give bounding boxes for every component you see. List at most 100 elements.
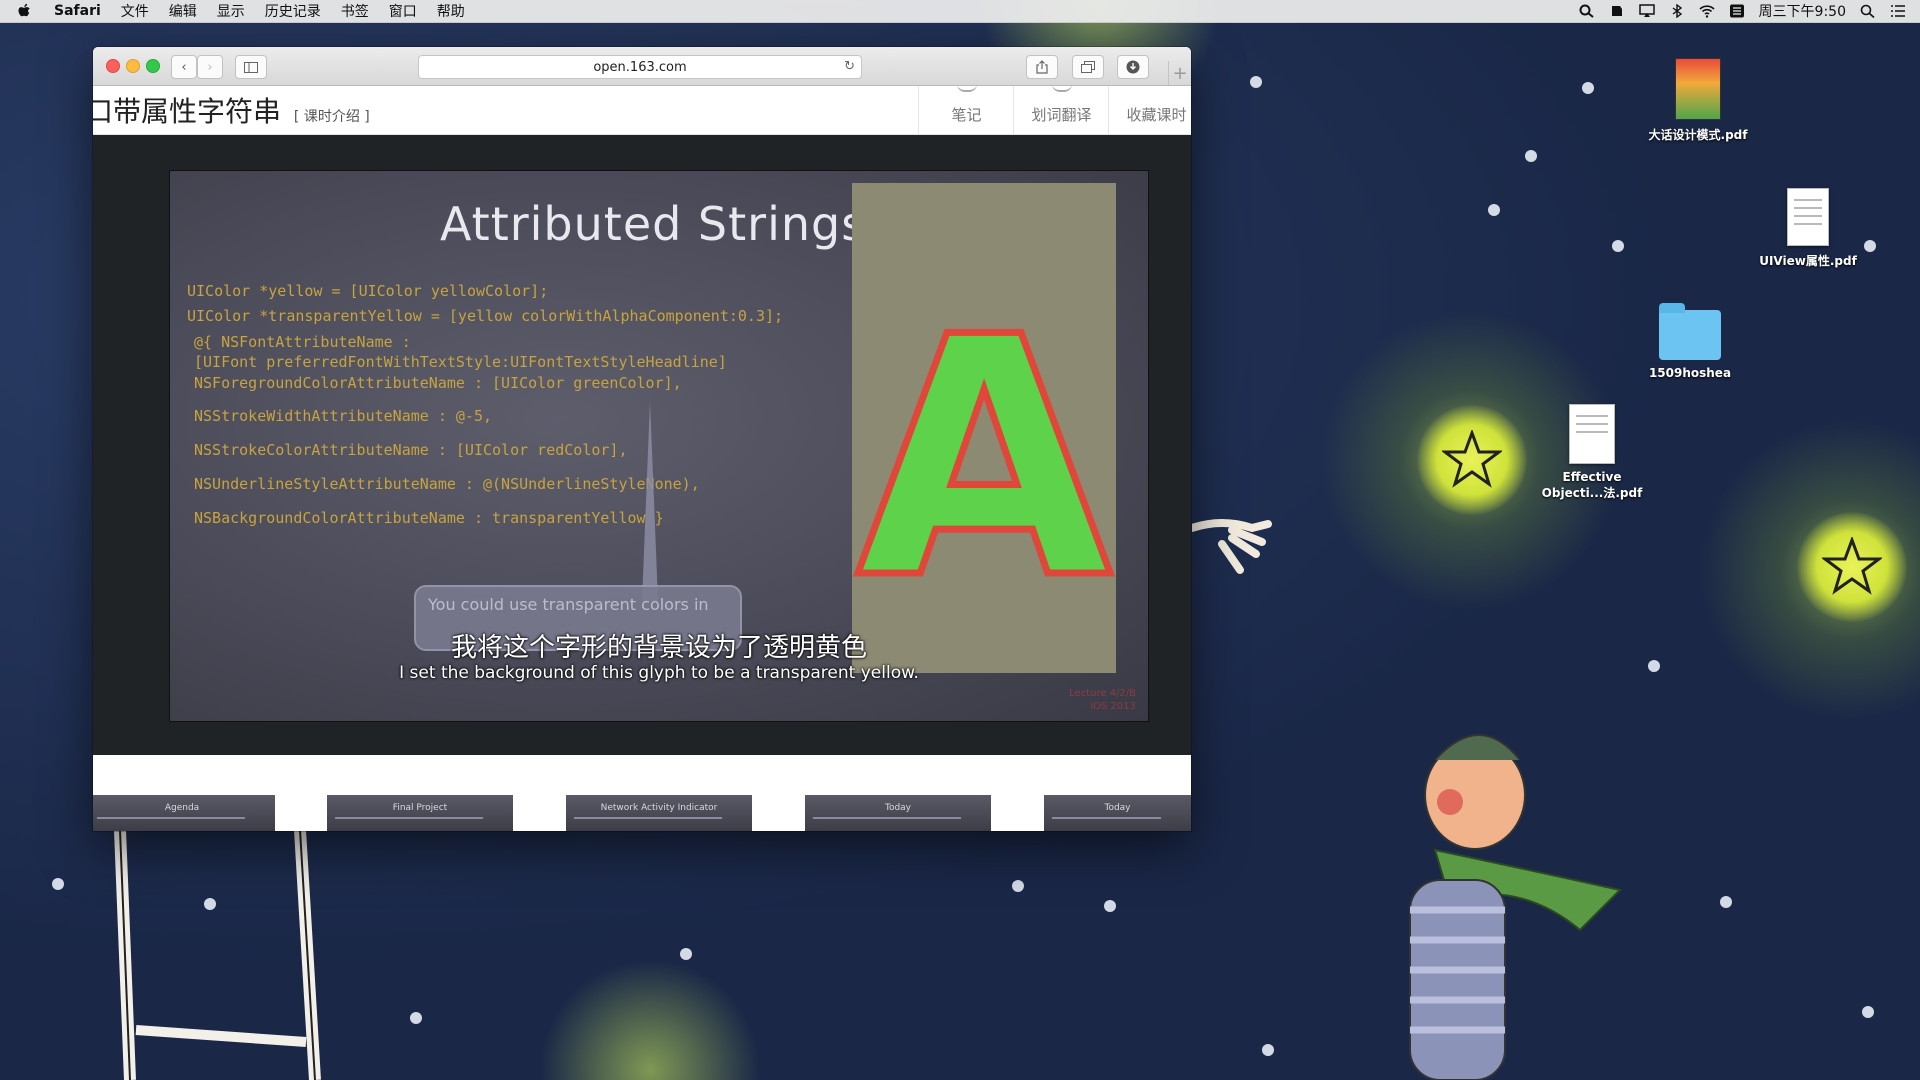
notes-button[interactable]: 笔记 [918,86,1014,134]
input-method-icon[interactable] [1729,4,1745,18]
wallpaper-boy-illustration [1409,734,1622,1080]
status-app-icon[interactable] [1609,4,1625,18]
code-line: UIColor *yellow = [UIColor yellowColor]; [187,282,549,300]
desktop-icon-label: Objecti...法.pdf [1541,486,1643,500]
bluetooth-icon[interactable] [1669,4,1685,18]
menu-help[interactable]: 帮助 [437,1,465,21]
lesson-thumbnail[interactable]: Final Project [327,795,513,831]
sidebar-icon [244,61,258,73]
code-line: NSForegroundColorAttributeName : [UIColo… [194,374,682,392]
wallpaper-dot [1612,240,1624,252]
close-window-button[interactable] [106,59,120,73]
wallpaper-ladder [114,829,321,1080]
menu-clock[interactable]: 周三下午9:50 [1759,1,1846,21]
favorite-label: 收藏课时 [1126,106,1187,124]
desktop-icon-pdf[interactable]: UIView属性.pdf [1738,188,1878,269]
share-icon [1036,60,1048,74]
lesson-thumbnail[interactable]: Network Activity Indicator [566,795,752,831]
lesson-thumbnails-strip: Agenda Final Project Network Activity In… [93,755,1191,831]
spotlight-search-icon[interactable] [1860,4,1876,18]
sidebar-toggle-button[interactable] [235,55,267,79]
status-search-app-icon[interactable] [1579,4,1595,18]
menu-window[interactable]: 窗口 [389,1,417,21]
wallpaper-dot [1862,1006,1874,1018]
tabs-overview-button[interactable] [1072,55,1104,79]
callout-text: You could use transparent colors in [428,595,709,614]
subtitle-english: I set the background of this glyph to be… [399,663,919,683]
menu-view[interactable]: 显示 [217,1,245,21]
menu-file[interactable]: 文件 [121,1,149,21]
translate-icon [1052,84,1072,92]
apple-logo-icon[interactable] [18,3,32,19]
address-bar[interactable]: open.163.com ↻ [418,55,862,79]
safari-window: ‹ › open.163.com ↻ + 口带属性字符串 [ 课时介绍 ] 笔记… [93,47,1191,831]
code-line: NSBackgroundColorAttributeName : transpa… [194,509,664,527]
menu-history[interactable]: 历史记录 [265,1,321,21]
menu-edit[interactable]: 编辑 [169,1,197,21]
slide-watermark: Lecture 4/2/B iOS 2013 [1069,687,1136,713]
download-icon [1126,60,1140,74]
translate-button[interactable]: 划词翻译 [1013,86,1109,134]
wallpaper-dot [1104,900,1116,912]
url-text: open.163.com [593,59,687,75]
thumbnail-title: Network Activity Indicator [600,803,718,813]
desktop-icon-label: 1509hoshea [1648,366,1732,380]
share-button[interactable] [1026,55,1058,79]
reload-icon[interactable]: ↻ [844,59,855,74]
folder-icon [1659,303,1721,360]
wifi-icon[interactable] [1698,4,1715,18]
back-button[interactable]: ‹ [171,55,197,79]
desktop-icon-pdf[interactable]: Effective Objecti...法.pdf [1522,404,1662,501]
browser-toolbar: ‹ › open.163.com ↻ + [93,47,1191,86]
wallpaper-dot [1720,896,1732,908]
desktop-icon-label: UIView属性.pdf [1759,254,1857,268]
video-player[interactable]: Attributed Strings UIColor *yellow = [UI… [169,170,1149,722]
wallpaper-star [1417,405,1527,515]
wallpaper-dot [410,1012,422,1024]
zoom-window-button[interactable] [146,59,160,73]
minimize-window-button[interactable] [126,59,140,73]
wallpaper-dot [1012,880,1024,892]
wallpaper-dot [1488,204,1500,216]
lesson-title: 口带属性字符串 [ 课时介绍 ] [93,90,370,130]
pdf-document-icon [1569,404,1615,464]
wallpaper-star [1797,512,1907,622]
callout-pointer [642,401,658,601]
menu-app-name[interactable]: Safari [54,3,101,19]
chevron-left-icon: ‹ [181,59,187,75]
forward-button[interactable]: › [197,55,223,79]
wallpaper-dot [1250,76,1262,88]
code-line: [UIFont preferredFontWithTextStyle:UIFon… [194,353,727,371]
watermark-line: Lecture 4/2/B [1069,688,1136,699]
menu-bookmarks[interactable]: 书签 [341,1,369,21]
watermark-line: iOS 2013 [1090,701,1136,712]
pdf-document-icon [1787,188,1829,246]
thumbnail-title: Final Project [392,803,448,813]
desktop-icon-label: 大话设计模式.pdf [1648,128,1748,142]
notification-center-icon[interactable] [1890,4,1906,18]
pdf-book-icon [1675,58,1721,120]
slide-title: Attributed Strings [440,197,867,251]
favorite-lesson-button[interactable]: 收藏课时 [1108,86,1191,134]
macos-menu-bar: Safari 文件 编辑 显示 历史记录 书签 窗口 帮助 周三下午9:50 [0,0,1920,23]
new-tab-button[interactable]: + [1168,61,1191,85]
notes-label: 笔记 [951,106,982,124]
code-line: NSStrokeColorAttributeName : [UIColor re… [194,441,628,459]
plus-icon: + [1172,62,1188,84]
airplay-icon[interactable] [1638,4,1655,18]
wallpaper-dot [1262,1044,1274,1056]
thumbnail-title: Agenda [164,803,200,813]
code-line: NSUnderlineStyleAttributeName : @(NSUnde… [194,475,700,493]
notes-icon [957,84,977,92]
lesson-thumbnail[interactable]: Today [1044,795,1191,831]
downloads-button[interactable] [1117,55,1149,79]
desktop-icon-folder[interactable]: 1509hoshea [1620,303,1760,380]
desktop-icon-pdf[interactable]: 大话设计模式.pdf [1628,58,1768,143]
lecture-slide: Attributed Strings UIColor *yellow = [UI… [170,171,1148,721]
wallpaper-dot [52,878,64,890]
wallpaper-dot [1525,150,1537,162]
lesson-thumbnail[interactable]: Agenda [93,795,275,831]
lesson-intro-link[interactable]: [ 课时介绍 ] [294,109,370,125]
glyph-letter: A [856,267,1114,651]
lesson-thumbnail[interactable]: Today [805,795,991,831]
